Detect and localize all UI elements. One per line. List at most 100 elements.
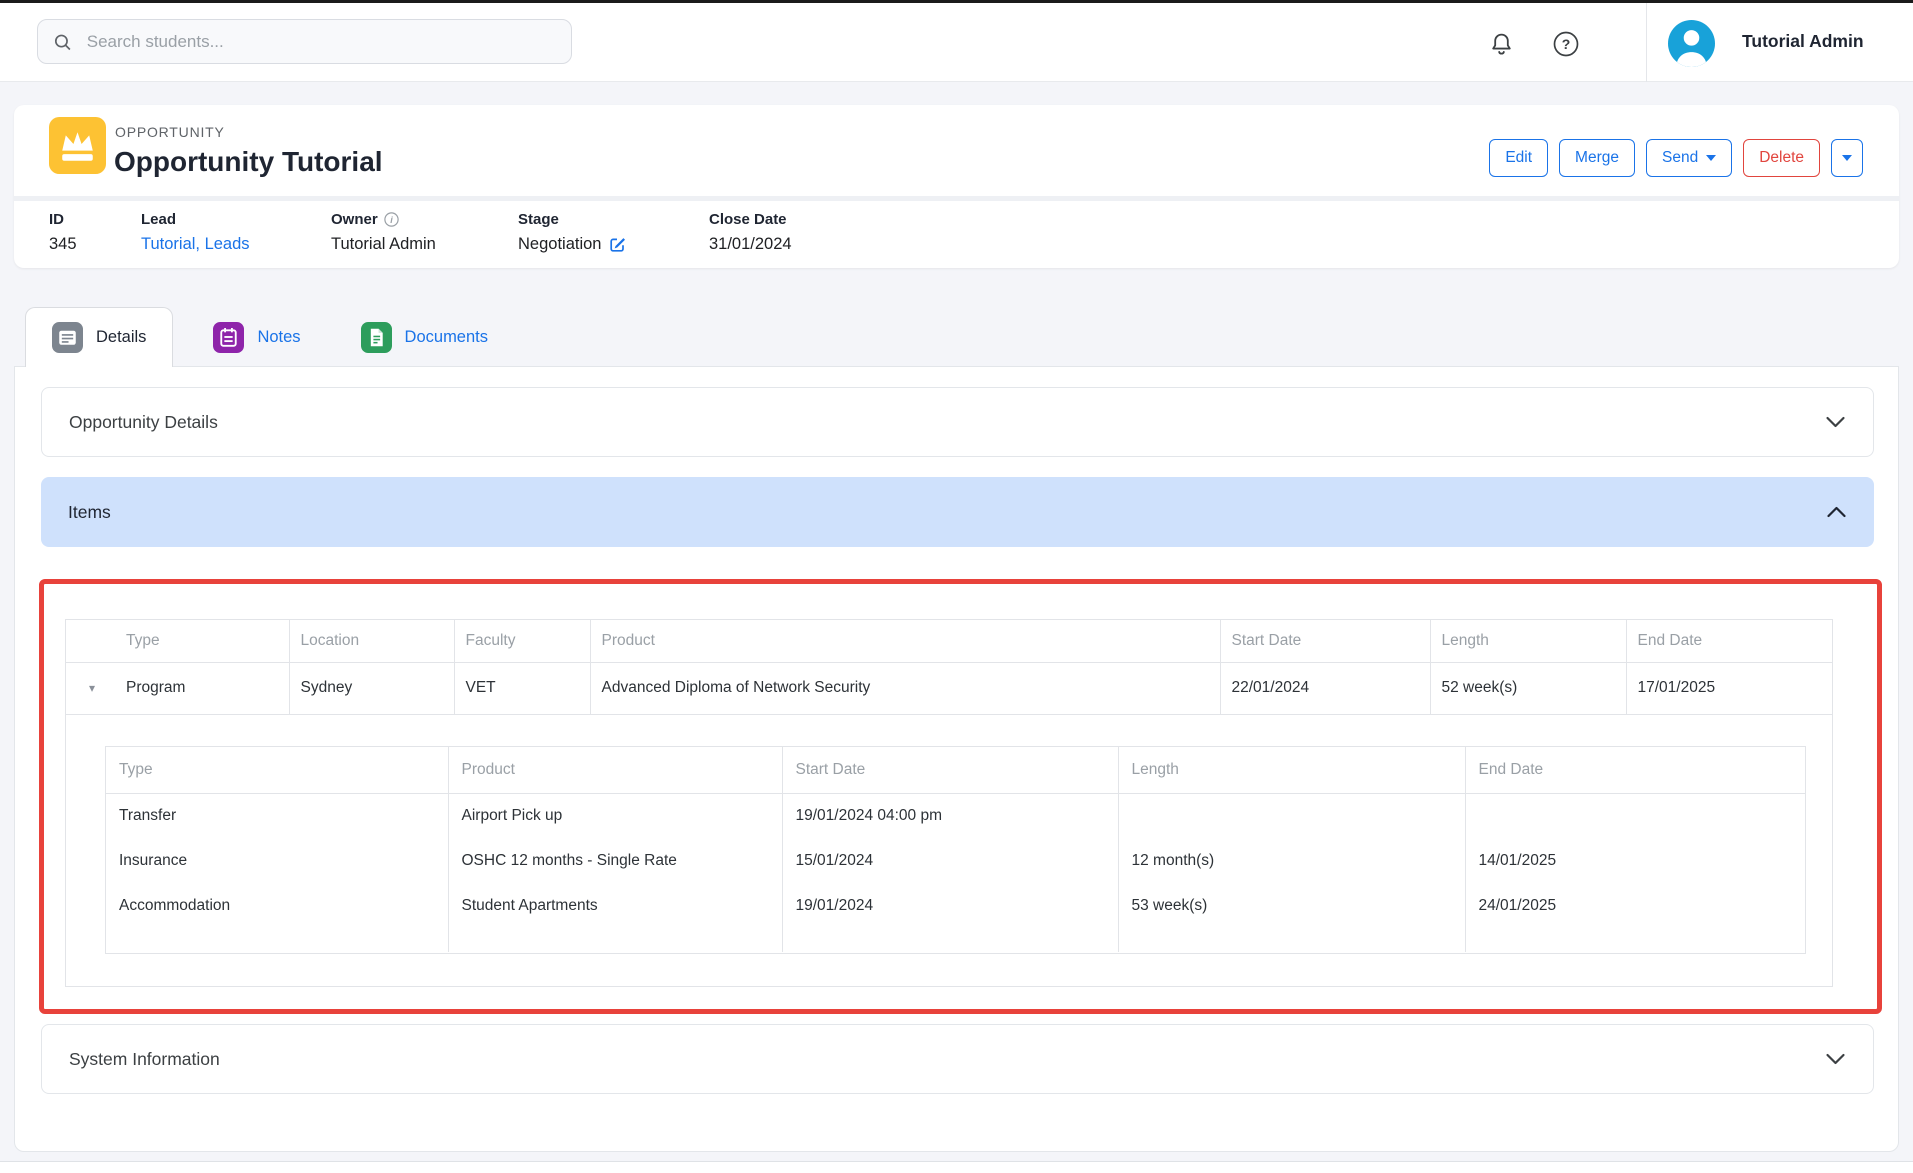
- tab-details[interactable]: Details: [25, 307, 173, 367]
- notes-tab-icon: [213, 322, 244, 353]
- caret-down-icon: [1842, 155, 1852, 161]
- column-header-product: Product: [590, 620, 1220, 662]
- search-input[interactable]: [85, 31, 556, 53]
- program-row-length: 52 week(s): [1430, 662, 1626, 714]
- search-box: [37, 19, 572, 64]
- more-actions-button[interactable]: [1831, 139, 1863, 177]
- cell: Airport Pick up: [448, 793, 782, 838]
- section-items-label: Items: [68, 502, 111, 523]
- field-id: ID 345: [49, 211, 77, 254]
- field-stage-value: Negotiation: [518, 235, 601, 254]
- window-top-edge: [0, 0, 1913, 3]
- field-stage: Stage Negotiation: [518, 211, 626, 254]
- sub-items-header-row: Type Product Start Date Length End Date: [106, 747, 1805, 793]
- sub-column-header-start-date: Start Date: [782, 747, 1118, 793]
- cell: OSHC 12 months - Single Rate: [448, 838, 782, 883]
- cell: [1118, 793, 1465, 838]
- crown-icon: [49, 117, 106, 174]
- chevron-down-icon[interactable]: [1825, 416, 1846, 428]
- section-system-information[interactable]: System Information: [41, 1024, 1874, 1094]
- items-main-table-header-row: Type Location Faculty Product Start Date…: [66, 620, 1832, 662]
- svg-text:i: i: [390, 215, 393, 225]
- section-system-information-label: System Information: [69, 1049, 220, 1070]
- field-lead: Lead Tutorial, Leads: [141, 211, 250, 254]
- details-tab-icon: [52, 322, 83, 353]
- field-id-value: 345: [49, 235, 77, 254]
- help-icon[interactable]: ?: [1552, 30, 1580, 58]
- program-row-start-date: 22/01/2024: [1220, 662, 1430, 714]
- entity-label: OPPORTUNITY: [115, 124, 225, 140]
- opportunity-header-card: OPPORTUNITY Opportunity Tutorial Edit Me…: [14, 105, 1899, 268]
- edit-stage-icon[interactable]: [609, 236, 626, 253]
- footer-bar: [0, 1161, 1913, 1173]
- field-owner-value: Tutorial Admin: [331, 235, 436, 254]
- avatar[interactable]: [1668, 20, 1715, 67]
- chevron-down-icon[interactable]: [1825, 1053, 1846, 1065]
- field-owner-label: Owner: [331, 211, 378, 228]
- chevron-up-icon[interactable]: [1826, 506, 1847, 518]
- sub-column-header-end-date: End Date: [1465, 747, 1805, 793]
- column-header-end-date: End Date: [1626, 620, 1832, 662]
- tab-notes-label: Notes: [257, 328, 300, 347]
- sub-column-header-product: Product: [448, 747, 782, 793]
- cell: 24/01/2025: [1465, 883, 1805, 928]
- cell: 14/01/2025: [1465, 838, 1805, 883]
- program-row-type: Program: [126, 679, 185, 696]
- section-opportunity-details-label: Opportunity Details: [69, 412, 218, 433]
- action-buttons: Edit Merge Send Delete: [1489, 139, 1863, 177]
- section-opportunity-details[interactable]: Opportunity Details: [41, 387, 1874, 457]
- topbar-divider: [1646, 3, 1647, 82]
- info-icon[interactable]: i: [384, 212, 399, 227]
- sub-item-row-accommodation: Accommodation Student Apartments 19/01/2…: [106, 883, 1805, 928]
- cell: Accommodation: [106, 883, 448, 928]
- merge-button[interactable]: Merge: [1559, 139, 1635, 177]
- send-button[interactable]: Send: [1646, 139, 1732, 177]
- program-row-product: Advanced Diploma of Network Security: [590, 662, 1220, 714]
- caret-down-icon: [1706, 155, 1716, 161]
- svg-text:?: ?: [1562, 36, 1571, 52]
- cell: Transfer: [106, 793, 448, 838]
- column-header-type: Type: [66, 620, 289, 662]
- edit-button[interactable]: Edit: [1489, 139, 1548, 177]
- spacer-row: [106, 928, 1805, 952]
- tab-documents[interactable]: Documents: [341, 307, 508, 367]
- field-stage-label: Stage: [518, 211, 626, 228]
- cell: 19/01/2024 04:00 pm: [782, 793, 1118, 838]
- program-row[interactable]: ▾ Program Sydney VET Advanced Diploma of…: [66, 662, 1832, 714]
- sub-column-header-length: Length: [1118, 747, 1465, 793]
- section-items-header[interactable]: Items: [41, 477, 1874, 547]
- info-row: ID 345 Lead Tutorial, Leads Owner i Tuto…: [14, 201, 1899, 268]
- bell-icon[interactable]: [1488, 31, 1515, 58]
- field-close-date: Close Date 31/01/2024: [709, 211, 792, 254]
- field-close-date-value: 31/01/2024: [709, 235, 792, 254]
- column-header-faculty: Faculty: [454, 620, 590, 662]
- cell: 12 month(s): [1118, 838, 1465, 883]
- cell: 19/01/2024: [782, 883, 1118, 928]
- cell: Student Apartments: [448, 883, 782, 928]
- items-group-box: Type Location Faculty Product Start Date…: [65, 619, 1833, 987]
- column-header-start-date: Start Date: [1220, 620, 1430, 662]
- lead-link[interactable]: Tutorial, Leads: [141, 235, 250, 254]
- column-header-location: Location: [289, 620, 454, 662]
- page-title: Opportunity Tutorial: [114, 146, 383, 178]
- red-highlight-annotation: Type Location Faculty Product Start Date…: [39, 579, 1882, 1014]
- tab-details-label: Details: [96, 328, 146, 347]
- topbar: ? Tutorial Admin: [0, 3, 1913, 82]
- send-label: Send: [1662, 149, 1698, 167]
- sub-items-table-wrap: Type Product Start Date Length End Date …: [105, 746, 1806, 954]
- documents-tab-icon: [361, 322, 392, 353]
- program-row-faculty: VET: [454, 662, 590, 714]
- app: ? Tutorial Admin OPPORTUNITY Opportunity…: [0, 0, 1913, 1173]
- delete-button[interactable]: Delete: [1743, 139, 1820, 177]
- program-row-location: Sydney: [289, 662, 454, 714]
- tab-notes[interactable]: Notes: [193, 307, 320, 367]
- search-icon: [53, 32, 72, 52]
- tab-documents-label: Documents: [405, 328, 488, 347]
- tab-bar: Details Notes Documents: [25, 307, 508, 367]
- field-id-label: ID: [49, 211, 77, 228]
- field-close-date-label: Close Date: [709, 211, 792, 228]
- sub-item-row-transfer: Transfer Airport Pick up 19/01/2024 04:0…: [106, 793, 1805, 838]
- row-expand-caret-icon[interactable]: ▾: [89, 681, 95, 695]
- user-name[interactable]: Tutorial Admin: [1742, 31, 1864, 52]
- cell: Insurance: [106, 838, 448, 883]
